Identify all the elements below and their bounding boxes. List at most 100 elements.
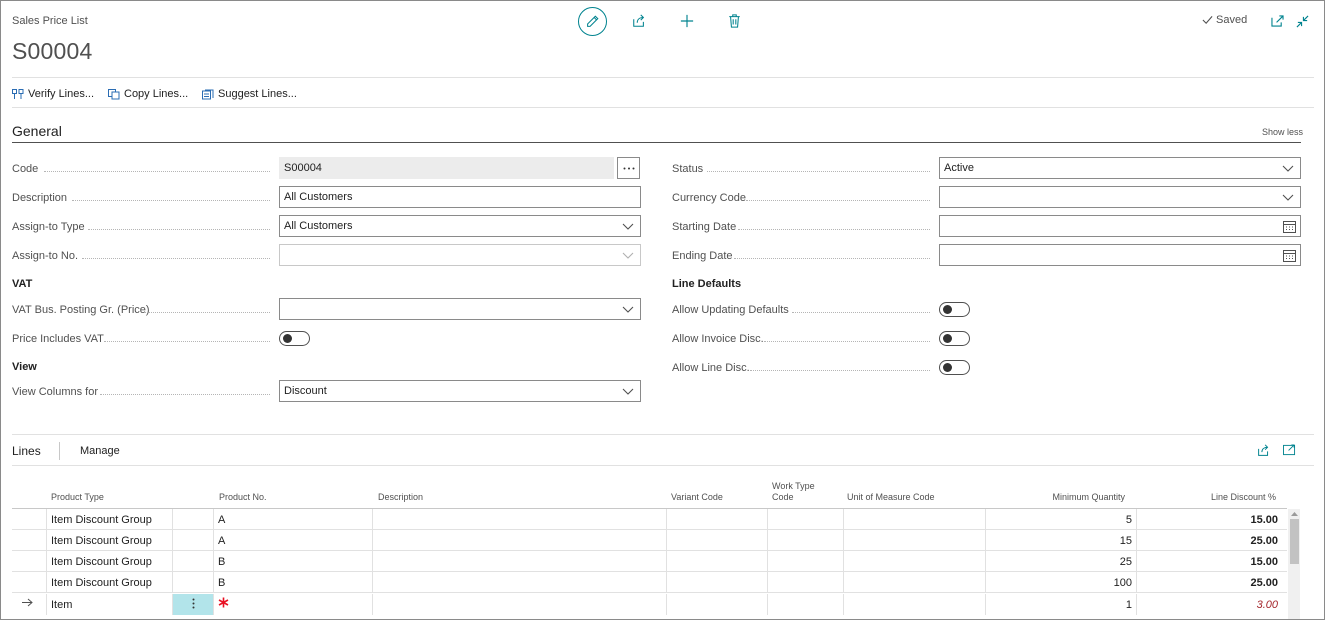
row-menu-cell[interactable] — [173, 551, 214, 572]
verify-lines-action[interactable]: Verify Lines... — [12, 88, 94, 100]
row-menu-cell[interactable] — [173, 530, 214, 551]
code-field[interactable]: S00004 — [279, 157, 614, 179]
manage-menu[interactable]: Manage — [80, 445, 120, 457]
delete-button[interactable] — [726, 13, 742, 29]
min-qty-cell[interactable]: 5 — [986, 509, 1137, 530]
assign-to-no-select[interactable] — [279, 244, 641, 266]
row-indicator[interactable] — [12, 572, 47, 593]
share-button[interactable] — [631, 13, 647, 29]
work-type-code-cell[interactable] — [768, 594, 844, 615]
product-no-cell[interactable]: A — [214, 530, 373, 551]
lines-expand-button[interactable] — [1282, 443, 1296, 457]
col-min-qty[interactable]: Minimum Quantity — [1000, 492, 1125, 503]
general-section-title[interactable]: General — [12, 123, 62, 139]
work-type-code-cell[interactable] — [768, 551, 844, 572]
row-menu-cell[interactable] — [173, 594, 214, 615]
open-new-window-button[interactable] — [1270, 14, 1284, 28]
edit-button[interactable] — [578, 7, 607, 36]
new-button[interactable] — [679, 13, 695, 29]
col-description[interactable]: Description — [378, 492, 423, 503]
grid-scrollbar-thumb[interactable] — [1290, 519, 1299, 564]
allow-invoice-disc-toggle[interactable] — [939, 331, 970, 346]
col-line-discount[interactable]: Line Discount % — [1140, 492, 1276, 503]
line-discount-cell[interactable]: 25.00 — [1137, 530, 1282, 551]
row-indicator[interactable] — [12, 594, 47, 615]
price-includes-vat-toggle[interactable] — [279, 331, 310, 346]
currency-code-select[interactable] — [939, 186, 1301, 208]
variant-code-cell[interactable] — [667, 594, 768, 615]
table-row[interactable]: Item Discount Group A 5 15.00 — [12, 509, 1287, 530]
line-discount-cell[interactable]: 25.00 — [1137, 572, 1282, 593]
variant-code-cell[interactable] — [667, 572, 768, 593]
more-vertical-icon[interactable] — [192, 598, 195, 609]
row-indicator[interactable] — [12, 551, 47, 572]
view-columns-for-select[interactable]: Discount — [279, 380, 641, 402]
toggle-knob — [943, 305, 952, 314]
product-type-cell[interactable]: Item Discount Group — [47, 551, 173, 572]
vat-bus-posting-select[interactable] — [279, 298, 641, 320]
work-type-code-cell[interactable] — [768, 509, 844, 530]
uom-code-cell[interactable] — [844, 551, 986, 572]
min-qty-cell[interactable]: 100 — [986, 572, 1137, 593]
lines-share-button[interactable] — [1256, 443, 1270, 457]
calendar-icon[interactable] — [1283, 220, 1296, 233]
calendar-icon[interactable] — [1283, 249, 1296, 262]
line-discount-cell[interactable]: 15.00 — [1137, 551, 1282, 572]
variant-code-cell[interactable] — [667, 530, 768, 551]
uom-code-cell[interactable] — [844, 594, 986, 615]
uom-code-cell[interactable] — [844, 509, 986, 530]
uom-code-cell[interactable] — [844, 572, 986, 593]
table-row[interactable]: Item Discount Group A 15 25.00 — [12, 530, 1287, 551]
product-no-cell[interactable]: A — [214, 509, 373, 530]
row-indicator[interactable] — [12, 530, 47, 551]
product-type-cell[interactable]: Item Discount Group — [47, 530, 173, 551]
product-no-cell[interactable] — [214, 594, 373, 615]
product-type-cell[interactable]: Item — [47, 594, 173, 615]
description-cell[interactable] — [373, 509, 667, 530]
table-row-active[interactable]: Item 1 3.00 — [12, 594, 1287, 615]
variant-code-cell[interactable] — [667, 551, 768, 572]
description-cell[interactable] — [373, 551, 667, 572]
description-cell[interactable] — [373, 572, 667, 593]
table-row[interactable]: Item Discount Group B 100 25.00 — [12, 572, 1287, 593]
description-cell[interactable] — [373, 594, 667, 615]
work-type-code-cell[interactable] — [768, 530, 844, 551]
copy-lines-action[interactable]: Copy Lines... — [108, 88, 188, 100]
row-menu-cell[interactable] — [173, 509, 214, 530]
description-cell[interactable] — [373, 530, 667, 551]
row-indicator[interactable] — [12, 509, 47, 530]
starting-date-field[interactable] — [939, 215, 1301, 237]
min-qty-cell[interactable]: 1 — [986, 594, 1137, 615]
product-type-cell[interactable]: Item Discount Group — [47, 572, 173, 593]
col-product-no[interactable]: Product No. — [219, 492, 267, 503]
variant-code-cell[interactable] — [667, 509, 768, 530]
uom-code-cell[interactable] — [844, 530, 986, 551]
product-type-cell[interactable]: Item Discount Group — [47, 509, 173, 530]
col-variant-code[interactable]: Variant Code — [671, 492, 723, 503]
code-assist-button[interactable] — [617, 157, 640, 179]
chevron-down-icon — [622, 306, 634, 313]
lines-part-title[interactable]: Lines — [12, 444, 41, 458]
status-select[interactable]: Active — [939, 157, 1301, 179]
show-less-link[interactable]: Show less — [1262, 127, 1303, 137]
allow-updating-defaults-toggle[interactable] — [939, 302, 970, 317]
line-discount-cell[interactable]: 15.00 — [1137, 509, 1282, 530]
row-menu-cell[interactable] — [173, 572, 214, 593]
line-discount-cell[interactable]: 3.00 — [1137, 594, 1282, 615]
col-uom-code[interactable]: Unit of Measure Code — [847, 492, 935, 503]
min-qty-cell[interactable]: 15 — [986, 530, 1137, 551]
collapse-button[interactable] — [1295, 14, 1309, 28]
scroll-up-icon[interactable] — [1291, 511, 1298, 516]
description-field[interactable]: All Customers — [279, 186, 641, 208]
product-no-cell[interactable]: B — [214, 572, 373, 593]
ending-date-field[interactable] — [939, 244, 1301, 266]
col-product-type[interactable]: Product Type — [51, 492, 104, 503]
work-type-code-cell[interactable] — [768, 572, 844, 593]
suggest-lines-action[interactable]: Suggest Lines... — [202, 88, 297, 100]
assign-to-type-select[interactable]: All Customers — [279, 215, 641, 237]
min-qty-cell[interactable]: 25 — [986, 551, 1137, 572]
allow-line-disc-toggle[interactable] — [939, 360, 970, 375]
col-work-type-code[interactable]: Work Type Code — [772, 481, 815, 503]
product-no-cell[interactable]: B — [214, 551, 373, 572]
table-row[interactable]: Item Discount Group B 25 15.00 — [12, 551, 1287, 572]
